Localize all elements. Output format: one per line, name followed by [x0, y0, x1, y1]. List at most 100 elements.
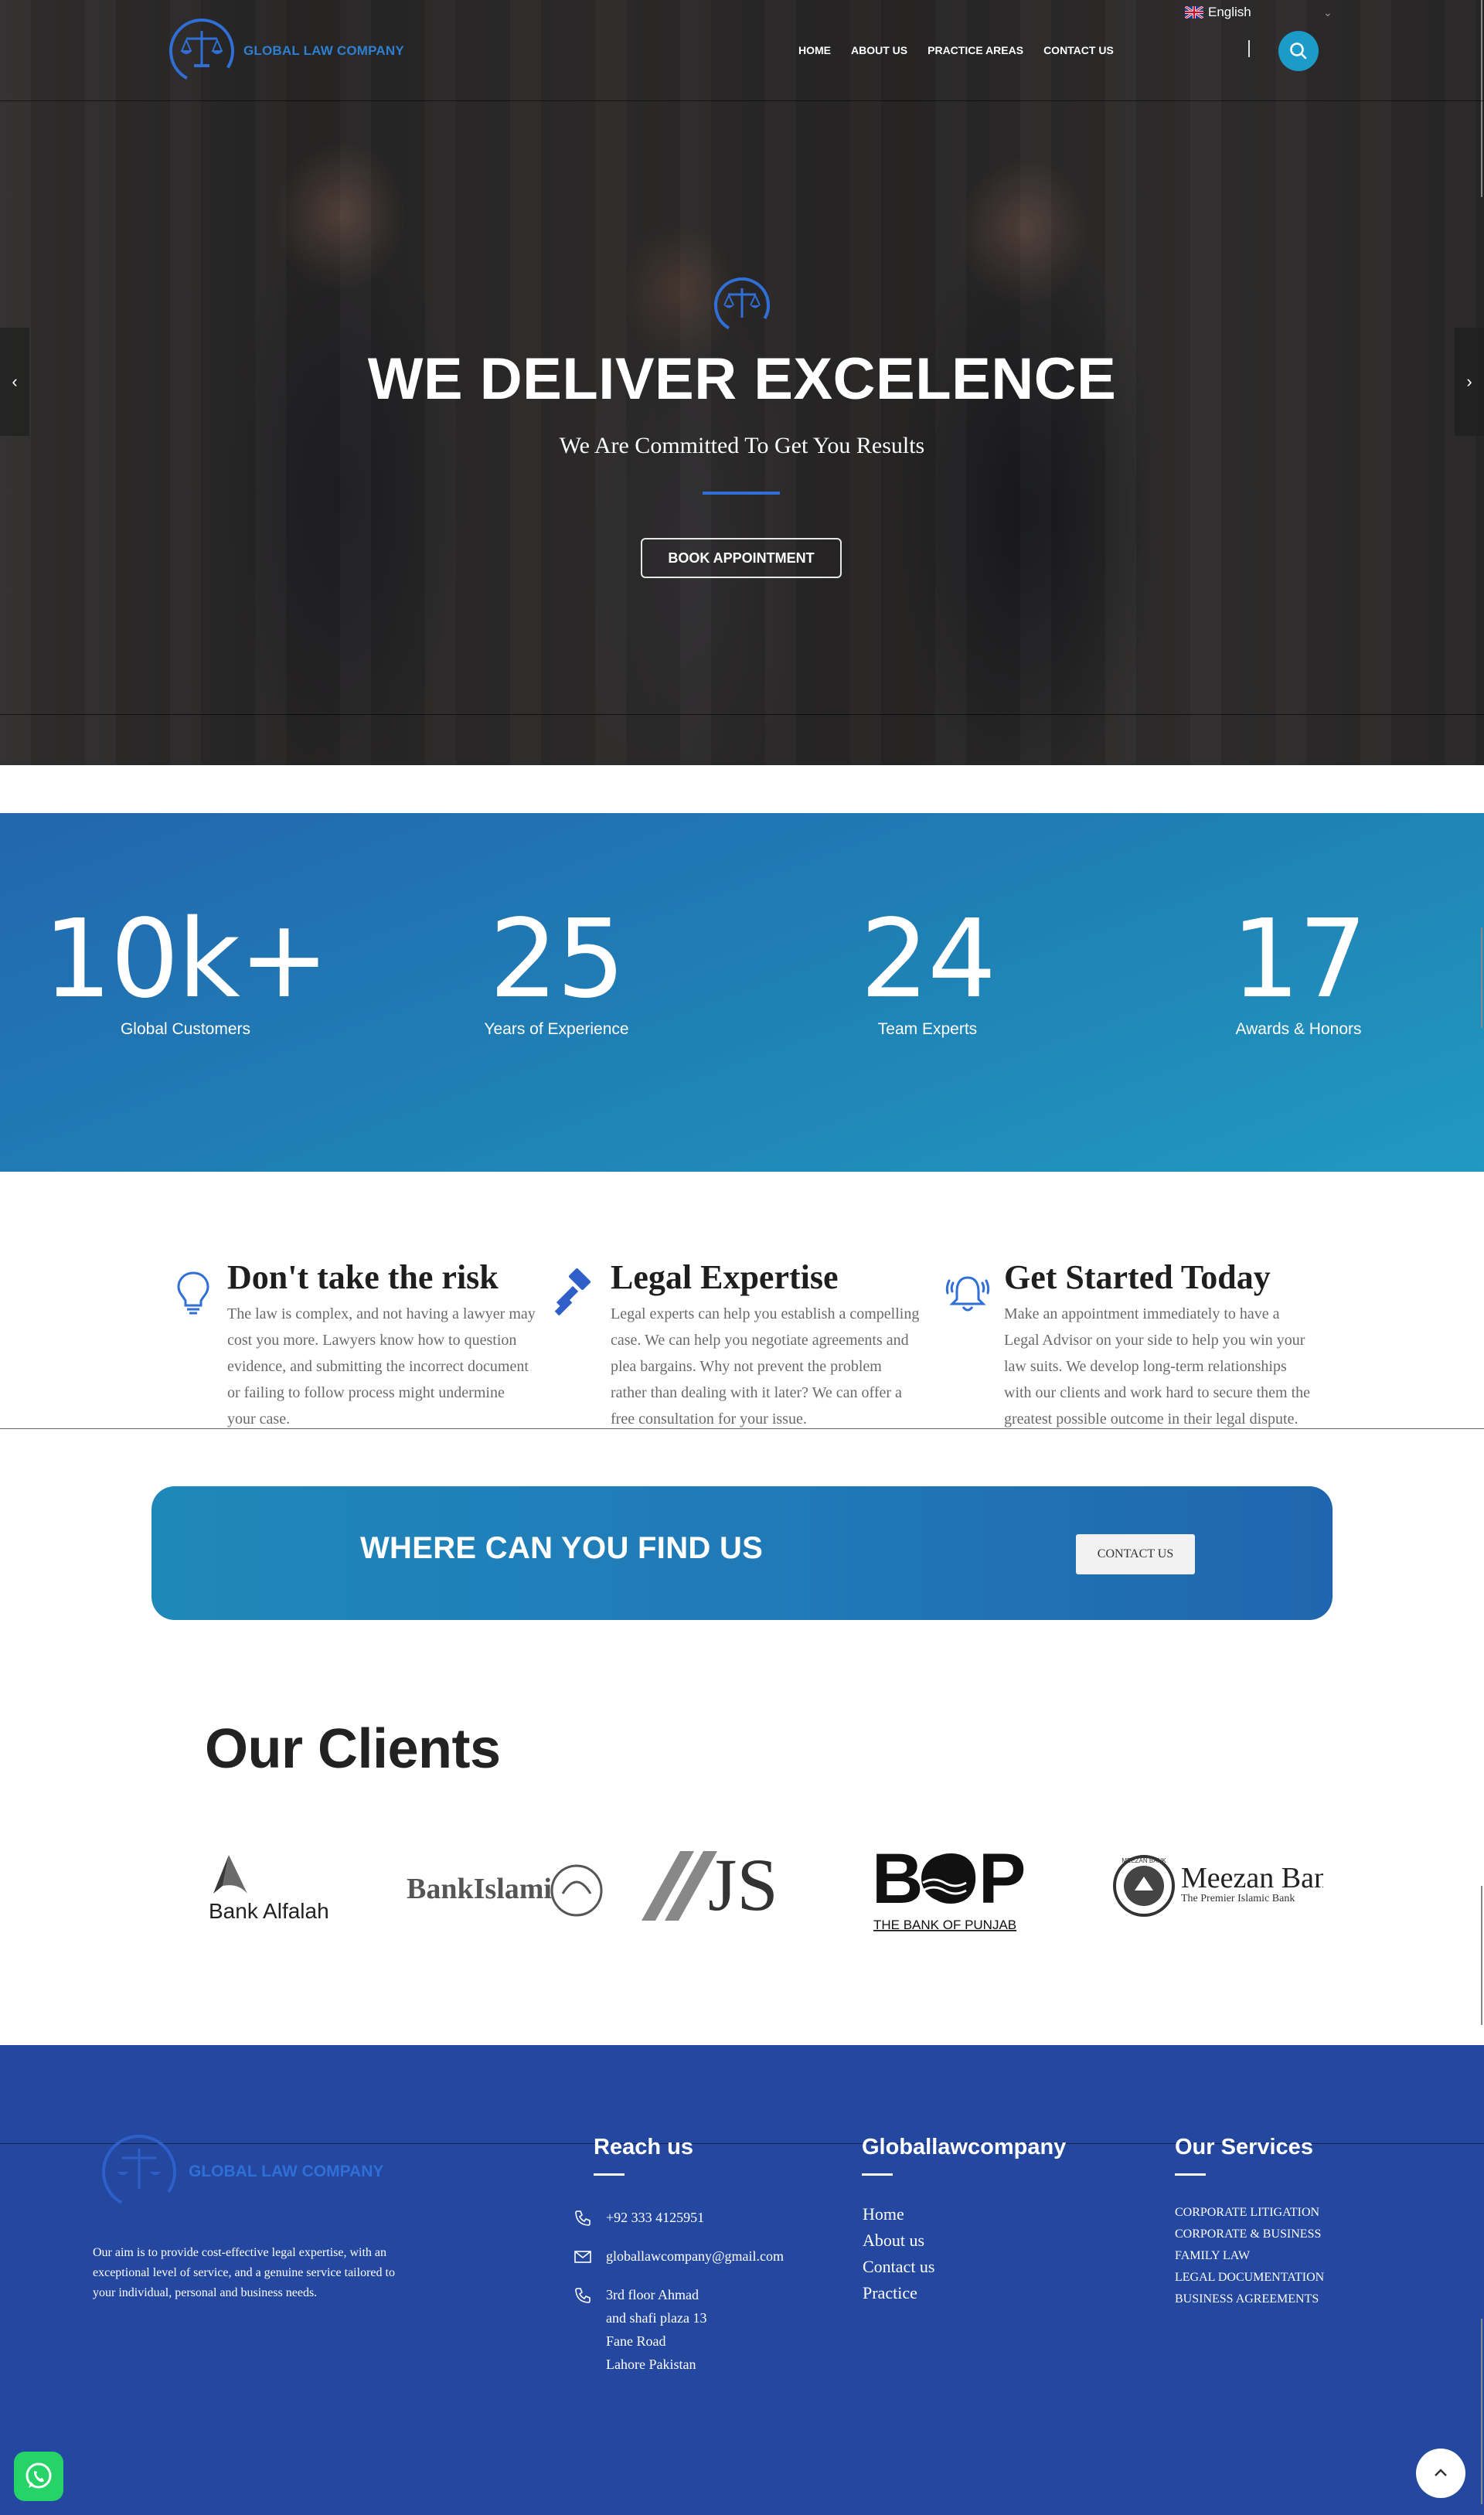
footer-link-contact[interactable]: Contact us: [863, 2257, 935, 2277]
site-header: GLOBAL LAW COMPANY HOME ABOUT US PRACTIC…: [0, 0, 1484, 100]
gavel-icon: [554, 1268, 591, 1316]
stat-team-experts: 24 Team Experts: [773, 906, 1082, 1039]
slider-prev-button[interactable]: ‹: [0, 328, 29, 436]
footer-link-practice[interactable]: Practice: [863, 2283, 917, 2303]
location-icon: [575, 2288, 591, 2303]
service-link[interactable]: FAMILY LAW: [1175, 2249, 1250, 2263]
phone-number: +92 333 4125951: [606, 2210, 705, 2225]
address-line: 3rd floor Ahmad: [606, 2287, 699, 2302]
footer-phone[interactable]: +92 333 4125951: [574, 2206, 704, 2229]
scales-logo-icon: [102, 2135, 176, 2209]
stat-label: Team Experts: [877, 1020, 978, 1038]
service-link[interactable]: CORPORATE LITIGATION: [1175, 2206, 1319, 2220]
stat-label: Awards & Honors: [1235, 1020, 1362, 1038]
service-link[interactable]: LEGAL DOCUMENTATION: [1175, 2271, 1324, 2285]
language-selector[interactable]: English: [1185, 5, 1251, 20]
address-line: Lahore Pakistan: [606, 2357, 696, 2372]
stat-value: 17: [1230, 897, 1367, 1023]
find-us-banner: WHERE CAN YOU FIND US CONTACT US: [151, 1486, 1333, 1620]
stat-global-customers: 10k+ Global Customers: [31, 906, 340, 1039]
chevron-up-icon: [1435, 2469, 1447, 2476]
footer-link-home[interactable]: Home: [863, 2204, 904, 2224]
main-nav: HOME ABOUT US PRACTICE AREAS CONTACT US: [798, 44, 1114, 56]
chevron-right-icon: ›: [1466, 372, 1472, 391]
client-logo-meezan: MEEZAN BANK Meezan Bank The Premier Isla…: [1110, 1824, 1323, 1948]
feature-title: Get Started Today: [1004, 1258, 1271, 1296]
hero-underline: [703, 492, 780, 495]
bankislami-logo: BankIslami: [407, 1864, 603, 1917]
stat-label: Global Customers: [120, 1020, 251, 1038]
services-heading: Our Services: [1175, 2135, 1313, 2176]
service-link[interactable]: CORPORATE & BUSINESS: [1175, 2227, 1321, 2241]
service-link[interactable]: BUSINESS AGREEMENTS: [1175, 2292, 1319, 2306]
feature-text: The law is complex, and not having a law…: [227, 1305, 536, 1428]
hero-bottom-divider: [0, 714, 1484, 715]
book-appointment-button[interactable]: BOOK APPOINTMENT: [641, 538, 842, 578]
stat-value: 24: [859, 897, 996, 1023]
client-tagline: THE BANK OF PUNJAB: [873, 1918, 1016, 1932]
stat-years-experience: 25 Years of Experience: [402, 906, 711, 1039]
feature-title: Legal Expertise: [611, 1258, 839, 1296]
nav-home[interactable]: HOME: [798, 44, 831, 56]
scrollbar-track[interactable]: [1481, 927, 1482, 1028]
address-line: Fane Road: [606, 2333, 666, 2349]
logo-text: GLOBAL LAW COMPANY: [243, 43, 404, 58]
section-divider: [0, 1428, 1484, 1429]
site-logo[interactable]: GLOBAL LAW COMPANY: [166, 15, 404, 87]
clients-title: Our Clients: [205, 1718, 501, 1780]
slider-next-button[interactable]: ›: [1455, 328, 1484, 436]
client-name: JS: [708, 1843, 778, 1926]
scales-logo-icon: [169, 19, 234, 83]
footer-email[interactable]: globallawcompany@gmail.com: [574, 2244, 784, 2268]
site-footer: GLOBAL LAW COMPANY Our aim is to provide…: [0, 2045, 1484, 2515]
feature-title: Don't take the risk: [227, 1258, 499, 1296]
scroll-to-top-button[interactable]: [1416, 2449, 1465, 2498]
client-tagline: The Premier Islamic Bank: [1181, 1893, 1295, 1904]
client-name: Meezan Bank: [1181, 1862, 1323, 1894]
client-logo-bop: BOP THE BANK OF PUNJAB: [872, 1824, 1026, 1948]
phone-icon: [575, 2210, 591, 2226]
stat-value: 10k+: [43, 897, 330, 1023]
client-logo-js: JS: [634, 1824, 804, 1948]
lightbulb-icon: [177, 1271, 209, 1315]
bell-icon: [945, 1276, 990, 1312]
footer-address: 3rd floor Ahmad and shafi plaza 13 Fane …: [574, 2283, 706, 2376]
nav-practice-areas[interactable]: PRACTICE AREAS: [928, 44, 1023, 56]
search-icon: [1290, 43, 1307, 60]
whatsapp-button[interactable]: [14, 2452, 63, 2501]
links-heading: Globallawcompany: [862, 2135, 1067, 2176]
feature-text: Make an appointment immediately to have …: [1004, 1305, 1310, 1428]
footer-link-about[interactable]: About us: [863, 2231, 924, 2251]
js-bank-logo: JS: [642, 1843, 778, 1926]
meezan-bank-logo: MEEZAN BANK Meezan Bank The Premier Isla…: [1113, 1855, 1323, 1917]
scales-emblem-icon: [714, 277, 770, 333]
address-lines: 3rd floor Ahmad and shafi plaza 13 Fane …: [606, 2283, 706, 2376]
feature-text: Legal experts can help you establish a c…: [611, 1305, 920, 1428]
email-address: globallawcompany@gmail.com: [606, 2248, 785, 2264]
client-name: Bank Alfalah: [209, 1899, 329, 1923]
client-name: BankIslami: [407, 1873, 552, 1905]
stats-section: 10k+ Global Customers 25 Years of Experi…: [0, 813, 1484, 1172]
reach-us-heading: Reach us: [594, 2135, 693, 2176]
header-divider: [0, 100, 1484, 101]
scrollbar-track[interactable]: [1481, 2319, 1482, 2504]
bank-of-punjab-logo: BOP THE BANK OF PUNJAB: [872, 1839, 1026, 1932]
footer-logo[interactable]: GLOBAL LAW COMPANY: [93, 2133, 383, 2210]
nav-contact-us[interactable]: CONTACT US: [1043, 44, 1114, 56]
stat-awards: 17 Awards & Honors: [1144, 906, 1453, 1039]
chevron-down-icon[interactable]: ⌄: [1323, 6, 1333, 19]
stat-value: 25: [488, 897, 625, 1023]
chevron-left-icon: ‹: [12, 372, 18, 391]
hero-subtitle: We Are Committed To Get You Results: [559, 433, 925, 458]
nav-about-us[interactable]: ABOUT US: [851, 44, 907, 56]
client-seal: MEEZAN BANK: [1122, 1857, 1166, 1864]
search-button[interactable]: [1278, 31, 1319, 71]
scrollbar-track[interactable]: [1481, 1886, 1482, 2025]
footer-about-text: Our aim is to provide cost-effective leg…: [93, 2246, 395, 2299]
mail-icon: [574, 2251, 591, 2263]
language-label: English: [1208, 5, 1251, 19]
stat-label: Years of Experience: [484, 1020, 629, 1038]
client-logo-bankislami: BankIslami: [405, 1824, 614, 1948]
contact-us-button[interactable]: CONTACT US: [1076, 1534, 1195, 1574]
bank-alfalah-logo: Bank Alfalah: [209, 1855, 329, 1923]
